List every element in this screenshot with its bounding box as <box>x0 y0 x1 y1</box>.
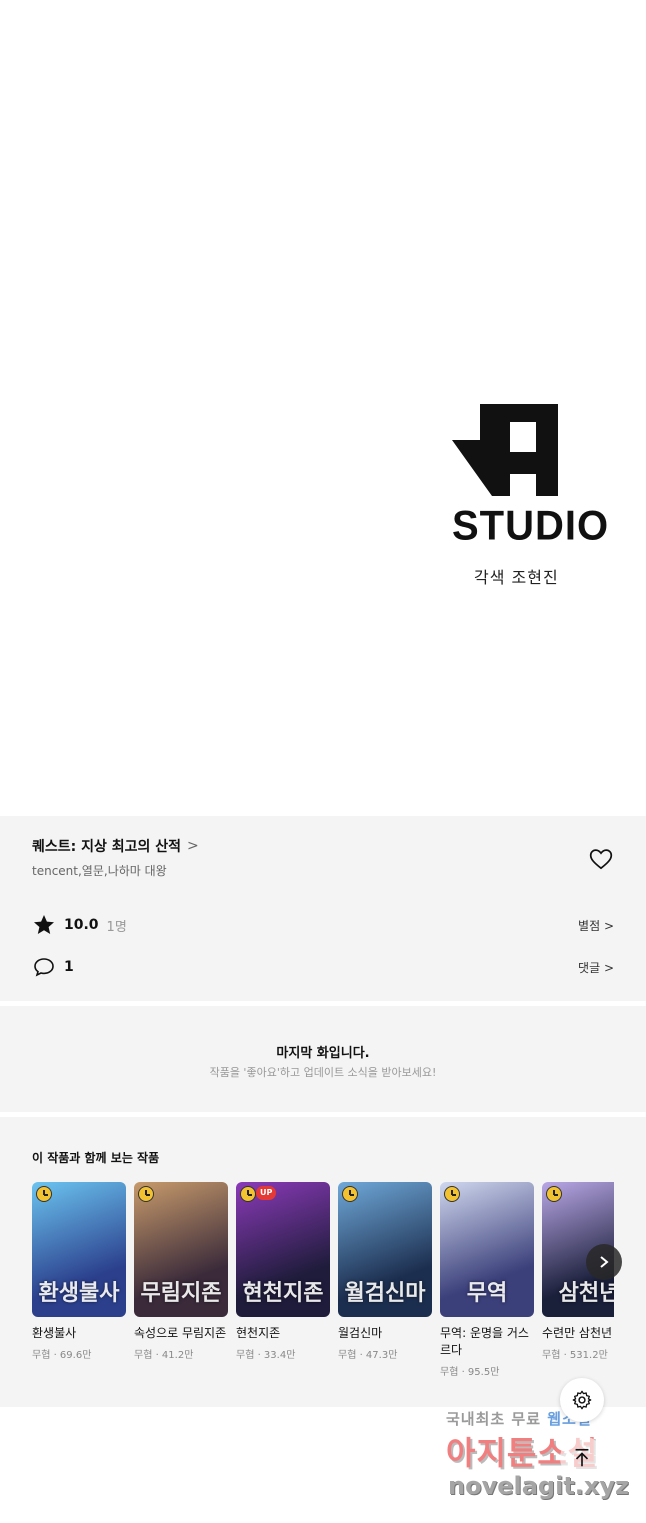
chevron-right-icon <box>600 1256 609 1268</box>
arrow-up-icon <box>575 1448 589 1467</box>
recommendation-thumbnail: 환생불사 <box>32 1182 126 1317</box>
recommendation-name: 환생불사 <box>32 1326 77 1340</box>
viewer-page: STUDIO 각색 조현진 퀘스트: 지상 최고의 산적 > tencent,열… <box>0 0 646 1523</box>
thumbnail-title-art: 무림지존 <box>140 1280 222 1306</box>
recommendation-thumbnail: 무역 <box>440 1182 534 1317</box>
recommendation-meta: 무협 · 33.4만 <box>236 1350 296 1361</box>
studio-name: STUDIO <box>452 502 610 550</box>
series-title: 퀘스트: 지상 최고의 산적 <box>32 839 182 855</box>
adaptation-credit: 각색 조현진 <box>474 568 559 587</box>
chevron-right-icon: > <box>187 838 199 854</box>
recommendation-meta: 무협 · 41.2만 <box>134 1350 194 1361</box>
thumbnail-title-art: 환생불사 <box>38 1280 120 1306</box>
episode-credit-image: STUDIO 각색 조현진 <box>0 0 646 816</box>
last-episode-notice: 마지막 화입니다. 작품을 '좋아요'하고 업데이트 소식을 받아보세요! <box>0 1006 646 1112</box>
comment-icon <box>34 958 54 977</box>
clock-icon <box>444 1186 460 1202</box>
notice-subtitle: 작품을 '좋아요'하고 업데이트 소식을 받아보세요! <box>209 1066 437 1079</box>
recommendation-meta: 무협 · 47.3만 <box>338 1350 398 1361</box>
series-info-panel: 퀘스트: 지상 최고의 산적 > tencent,열문,나하마 대왕 10.0 … <box>0 816 646 1001</box>
heart-icon[interactable] <box>588 846 614 872</box>
comments-button[interactable]: 댓글 > <box>578 959 614 976</box>
recommendation-name: 월검신마 <box>338 1326 383 1340</box>
recommendation-card[interactable]: 무림지존 속성으로 무림지존 무협 · 41.2만 <box>134 1182 228 1361</box>
recommendation-name: 현천지존 <box>236 1326 281 1340</box>
recommendation-card[interactable]: UP 현천지존 현천지존 무협 · 33.4만 <box>236 1182 330 1361</box>
comment-count: 1 <box>64 959 74 975</box>
thumbnail-title-art: 현천지존 <box>242 1280 324 1306</box>
thumbnail-title-art: 월검신마 <box>344 1280 426 1306</box>
clock-icon <box>240 1186 256 1202</box>
scroll-top-button[interactable] <box>560 1436 604 1480</box>
series-authors: tencent,열문,나하마 대왕 <box>32 864 167 878</box>
recommendations-title: 이 작품과 함께 보는 작품 <box>32 1151 160 1165</box>
recommendation-thumbnail: UP 현천지존 <box>236 1182 330 1317</box>
carousel-next-button[interactable] <box>586 1244 622 1280</box>
rating-score: 10.0 <box>64 917 99 933</box>
clock-icon <box>342 1186 358 1202</box>
clock-icon <box>546 1186 562 1202</box>
rating-row: 10.0 1명 별점 > <box>32 912 614 938</box>
recommendation-card[interactable]: 환생불사 환생불사 무협 · 69.6만 <box>32 1182 126 1361</box>
recommendation-thumbnail: 무림지존 <box>134 1182 228 1317</box>
recommendation-meta: 무협 · 531.2만 <box>542 1350 608 1361</box>
watermark-tagline-a: 국내최초 무료 <box>446 1410 548 1428</box>
notice-title: 마지막 화입니다. <box>276 1046 370 1061</box>
recommendation-name: 수련만 삼천년 <box>542 1326 613 1340</box>
series-title-link[interactable]: 퀘스트: 지상 최고의 산적 > <box>32 836 199 856</box>
gear-icon <box>572 1390 592 1410</box>
recommendation-card[interactable]: 무역 무역: 운명을 거스르다 무협 · 95.5만 <box>440 1182 534 1378</box>
recommendation-card[interactable]: 월검신마 월검신마 무협 · 47.3만 <box>338 1182 432 1361</box>
recommendation-thumbnail: 월검신마 <box>338 1182 432 1317</box>
comments-row: 1 댓글 > <box>32 954 614 980</box>
recommendation-name: 무역: 운명을 거스르다 <box>440 1326 529 1357</box>
clock-icon <box>138 1186 154 1202</box>
recommendation-meta: 무협 · 69.6만 <box>32 1350 92 1361</box>
recommendation-meta: 무협 · 95.5만 <box>440 1367 500 1378</box>
watermark-url: novelagit.xyz <box>448 1472 630 1500</box>
rate-button[interactable]: 별점 > <box>578 917 614 934</box>
star-icon <box>34 915 54 934</box>
thumbnail-title-art: 무역 <box>466 1280 508 1306</box>
recommendation-name: 속성으로 무림지존 <box>134 1326 227 1340</box>
update-badge: UP <box>256 1186 277 1200</box>
recommendations-section: 이 작품과 함께 보는 작품 환생불사 환생불사 무협 · 69.6만 무림지존… <box>0 1117 646 1407</box>
recommendations-carousel[interactable]: 환생불사 환생불사 무협 · 69.6만 무림지존 속성으로 무림지존 무협 ·… <box>32 1182 614 1392</box>
clock-icon <box>36 1186 52 1202</box>
settings-button[interactable] <box>560 1378 604 1422</box>
rating-count: 1명 <box>106 919 127 935</box>
